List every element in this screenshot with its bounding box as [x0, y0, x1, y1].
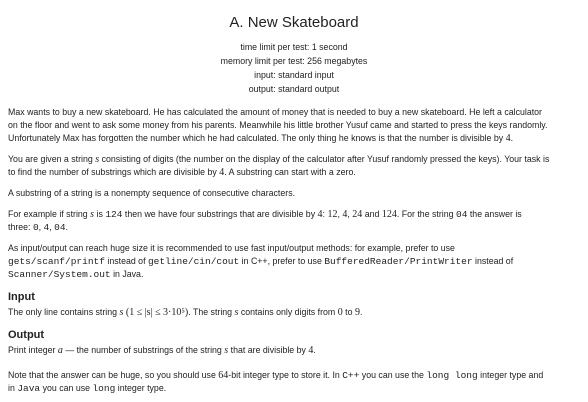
text: .	[313, 345, 316, 355]
code: BufferedReader/PrintWriter	[324, 256, 473, 267]
code: long long	[426, 370, 478, 381]
note-section: Note that the answer can be huge, so you…	[8, 369, 580, 395]
text-line: to find the number of substrings which a…	[8, 166, 580, 179]
text: .	[65, 222, 68, 232]
text: then we have four substrings that are di…	[124, 209, 316, 219]
text: the answer is	[469, 209, 522, 219]
number: 24	[352, 209, 363, 220]
number: 64	[218, 370, 229, 381]
text: .	[510, 133, 514, 143]
text-line: on the floor and went to ask some money …	[8, 120, 548, 130]
text: is	[96, 209, 103, 219]
statement-paragraph-5: As input/output can reach huge size it i…	[8, 242, 580, 281]
code: gets/scanf/printf	[8, 256, 105, 267]
variable-a: a	[57, 345, 63, 356]
problem-page: A. New Skateboard time limit per test: 1…	[0, 0, 588, 402]
text: and	[364, 209, 380, 219]
language-name: Java	[17, 383, 41, 394]
text-line: Max wants to buy a new skateboard. He ha…	[8, 107, 542, 117]
text: in C++, prefer to use	[241, 256, 322, 266]
code: Scanner/System.out	[8, 269, 111, 280]
text-line: gets/scanf/printf instead of getline/cin…	[8, 255, 580, 268]
memory-limit: memory limit per test: 256 megabytes	[220, 56, 368, 66]
constraint: (1 ≤ |s| ≤ 3·10⁵)	[125, 307, 189, 318]
code: 124	[105, 209, 123, 220]
text: Note that the answer can be huge, so you…	[8, 370, 216, 380]
text: integer type.	[117, 383, 167, 393]
text: instead of	[475, 256, 514, 266]
text: contains only digits from	[240, 307, 336, 317]
statement-paragraph-1: Max wants to buy a new skateboard. He ha…	[8, 106, 580, 145]
variable-s: s	[234, 307, 239, 318]
section-title: Input	[8, 291, 35, 303]
code: getline/cin/cout	[147, 256, 240, 267]
text: . For the string	[396, 209, 454, 219]
input-spec: input: standard input	[254, 70, 334, 80]
text-line: in Java you can use long integer type.	[8, 382, 580, 395]
number: 12	[327, 209, 338, 220]
variable-s: s	[90, 209, 95, 220]
text-line: Unfortunately Max has forgotten the numb…	[8, 132, 580, 145]
variable-s: s	[95, 154, 100, 165]
output-section: Output Print integer a — the number of s…	[8, 329, 580, 357]
input-section: Input The only line contains string s (1…	[8, 291, 580, 319]
time-limit: time limit per test: 1 second	[240, 42, 348, 52]
code: 4	[43, 222, 50, 233]
text: You are given a string	[8, 154, 93, 164]
code: 04	[456, 209, 468, 220]
text: to find the number of substrings which a…	[8, 167, 217, 177]
text: instead of	[107, 256, 146, 266]
text-line: Scanner/System.out in Java.	[8, 268, 580, 281]
text: consisting of digits (the number on the …	[101, 154, 550, 164]
output-description: Print integer a — the number of substrin…	[8, 344, 580, 357]
section-title: Output	[8, 329, 45, 341]
input-description: The only line contains string s (1 ≤ |s|…	[8, 306, 580, 319]
text: you can use the	[361, 370, 424, 380]
code: long	[92, 383, 116, 394]
text-line: Note that the answer can be huge, so you…	[8, 369, 580, 382]
code: 04	[54, 222, 66, 233]
text-line: For example if string s is 124 then we h…	[8, 209, 522, 220]
text: that are divisible by	[230, 345, 306, 355]
variable-s: s	[119, 307, 124, 318]
text: you can use	[42, 383, 91, 393]
statement-paragraph-3: A substring of a string is a nonempty se…	[8, 188, 296, 198]
text-line: You are given a string s consisting of d…	[8, 153, 580, 166]
text: in	[8, 383, 15, 393]
statement-paragraph-4: For example if string s is 124 then we h…	[8, 208, 580, 234]
language-name: C++	[342, 370, 360, 381]
text-line: As input/output can reach huge size it i…	[8, 243, 455, 253]
code: 0	[32, 222, 39, 233]
text: :	[322, 209, 325, 219]
text: For example if string	[8, 209, 88, 219]
text: three:	[8, 222, 31, 232]
problem-statement: Max wants to buy a new skateboard. He ha…	[8, 106, 580, 281]
text: . The string	[188, 307, 233, 317]
text: in Java.	[113, 269, 144, 279]
text: The only line contains string	[8, 307, 118, 317]
number: 0	[337, 307, 343, 318]
statement-paragraph-2: You are given a string s consisting of d…	[8, 153, 580, 179]
text-line: three: 0, 4, 04.	[8, 222, 68, 233]
text: -bit integer type to store it. In	[228, 370, 340, 380]
text: Unfortunately Max has forgotten the numb…	[8, 133, 504, 143]
problem-limits: time limit per test: 1 second memory lim…	[8, 40, 580, 96]
text: Print integer	[8, 345, 56, 355]
text: .	[359, 307, 363, 317]
text: . A substring can start with a zero.	[224, 167, 356, 177]
number: 124	[381, 209, 397, 220]
problem-title: A. New Skateboard	[229, 14, 359, 31]
output-spec: output: standard output	[248, 84, 340, 94]
text: to	[345, 307, 353, 317]
variable-s: s	[224, 345, 229, 356]
text: — the number of substrings of the string	[65, 345, 222, 355]
text: integer type and	[480, 370, 544, 380]
number: 4	[342, 209, 348, 220]
